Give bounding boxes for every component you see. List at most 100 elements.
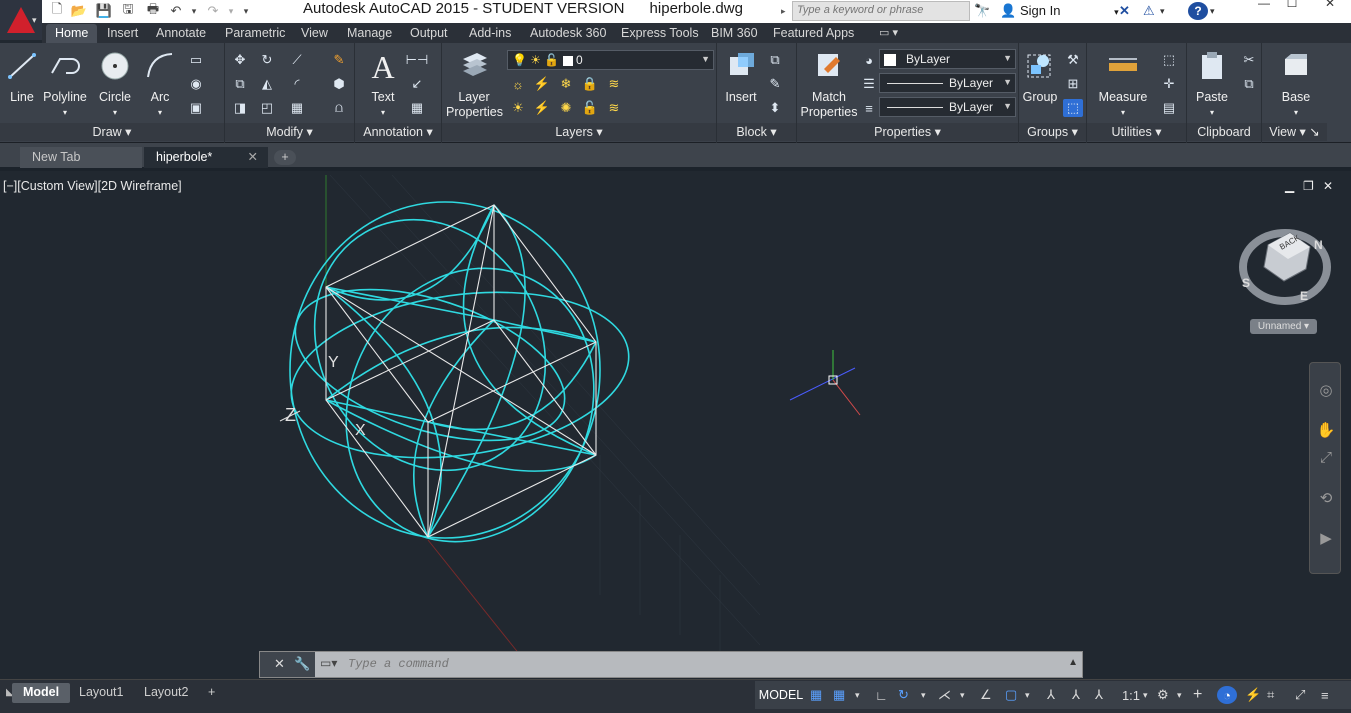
zoom-extents-icon[interactable]: ⤢ xyxy=(1314,449,1338,471)
explode-icon[interactable]: ⬢ xyxy=(329,75,349,93)
tab-layout2[interactable]: Layout2 xyxy=(133,683,199,703)
grid-display-icon[interactable]: ▦ xyxy=(810,686,822,704)
array-icon[interactable]: ▦ xyxy=(287,99,307,117)
layer-lock-icon[interactable]: 🔒 xyxy=(580,75,600,93)
steering-wheel-icon[interactable]: ◎ xyxy=(1314,381,1338,403)
clean-screen-icon[interactable]: ⌗ xyxy=(1267,686,1274,704)
tab-manage[interactable]: Manage xyxy=(338,24,401,43)
command-history-icon[interactable]: ▲ xyxy=(1068,657,1078,668)
hatch-icon[interactable]: ◉ xyxy=(186,75,206,93)
compass-e-label[interactable]: E xyxy=(1300,289,1308,303)
orbit-icon[interactable]: ⟲ xyxy=(1314,489,1338,511)
polar-dropdown-icon[interactable]: ▾ xyxy=(921,686,926,704)
document-tab-hiperbole[interactable]: hiperbole* ✕ xyxy=(144,147,268,168)
search-box[interactable] xyxy=(792,1,970,21)
tab-add-ins[interactable]: Add-ins xyxy=(460,24,520,43)
view-panel-title[interactable]: View ▾ ↘ xyxy=(1262,123,1327,141)
lineweight-dropdown[interactable]: ByLayer ▼ xyxy=(879,97,1016,117)
a360-dropdown-icon[interactable]: ▾ xyxy=(1160,2,1165,20)
workspace-dropdown-icon[interactable]: ▾ xyxy=(1177,686,1182,704)
binoculars-icon[interactable]: 🔭 xyxy=(974,2,990,20)
scale-icon[interactable]: ◰ xyxy=(257,99,277,117)
maximize-button[interactable]: ☐ xyxy=(1278,0,1306,10)
ribbon-options-icon[interactable]: ▭ ▾ xyxy=(870,24,907,43)
customization-menu-icon[interactable]: ≡ xyxy=(1321,686,1329,704)
erase-icon[interactable]: ✎ xyxy=(329,51,349,69)
viewport-controls-label[interactable]: [−][Custom View][2D Wireframe] xyxy=(3,179,182,193)
isolate-objects-icon[interactable]: ◔ xyxy=(1217,686,1237,704)
make-current-icon[interactable]: ≋ xyxy=(604,99,624,117)
help-icon[interactable]: ? xyxy=(1188,2,1208,20)
hardware-acceleration-icon[interactable]: ⚡ xyxy=(1245,686,1261,704)
isodraft-icon[interactable]: ⋌ xyxy=(938,686,951,704)
ungroup-icon[interactable]: ⚒ xyxy=(1063,51,1083,69)
annotation-scale-value[interactable]: 1:1 xyxy=(1117,686,1145,704)
save-as-icon[interactable]: 🖫 xyxy=(118,1,138,20)
rotate-icon[interactable]: ↻ xyxy=(257,51,277,69)
layer-match-icon[interactable]: ≋ xyxy=(604,75,624,93)
paste-button[interactable]: Paste ▾ xyxy=(1192,47,1232,120)
user-icon[interactable]: 👤 xyxy=(1000,2,1016,20)
lineweight-icon[interactable]: ≡ xyxy=(859,99,879,117)
layer-isolate-icon[interactable]: ⚡ xyxy=(532,75,552,93)
application-menu-button[interactable]: ▾ xyxy=(0,0,42,40)
groups-panel-title[interactable]: Groups ▾ xyxy=(1019,123,1086,141)
fullscreen-icon[interactable]: ⤢ xyxy=(1295,686,1305,704)
linetype-dropdown[interactable]: ByLayer ▼ xyxy=(879,73,1016,93)
block-panel-title[interactable]: Block ▾ xyxy=(717,123,796,141)
object-snap-icon[interactable]: ▢ xyxy=(1005,686,1017,704)
viewport-close-icon[interactable]: ✕ xyxy=(1323,179,1333,193)
showmotion-icon[interactable]: ▶ xyxy=(1314,529,1338,551)
annotation-visibility-icon[interactable]: ⅄ xyxy=(1047,686,1055,704)
stretch-icon[interactable]: ◨ xyxy=(230,99,250,117)
redo-icon[interactable]: ↷ xyxy=(203,2,223,20)
text-button[interactable]: A Text ▾ xyxy=(365,47,401,120)
tab-autodesk-360[interactable]: Autodesk 360 xyxy=(521,24,615,43)
search-input[interactable] xyxy=(797,4,965,16)
undo-dropdown-icon[interactable]: ▾ xyxy=(184,2,204,20)
tab-layout1[interactable]: Layout1 xyxy=(68,683,134,703)
new-file-icon[interactable]: 🗋 xyxy=(47,1,67,20)
trim-icon[interactable]: ⟋ xyxy=(287,51,307,69)
close-window-button[interactable]: ✕ xyxy=(1316,0,1344,10)
add-tab-button[interactable]: + xyxy=(274,150,296,165)
tab-home[interactable]: Home xyxy=(46,24,98,43)
insert-block-button[interactable]: Insert xyxy=(720,47,762,105)
base-view-button[interactable]: Base ▾ xyxy=(1276,47,1316,120)
a360-icon[interactable]: ⚠ xyxy=(1143,2,1155,20)
save-icon[interactable]: 💾 xyxy=(94,2,114,20)
object-snap-tracking-icon[interactable]: ∠ xyxy=(980,686,992,704)
modify-panel-title[interactable]: Modify ▾ xyxy=(225,123,354,141)
pan-icon[interactable]: ✋ xyxy=(1314,421,1338,443)
fillet-icon[interactable]: ◜ xyxy=(287,75,307,93)
measure-button[interactable]: Measure ▾ xyxy=(1093,47,1153,120)
match-properties-button[interactable]: Match Properties xyxy=(799,47,859,120)
layers-panel-title[interactable]: Layers ▾ xyxy=(442,123,716,141)
layer-properties-button[interactable]: Layer Properties xyxy=(446,47,503,120)
sign-in-button[interactable]: Sign In ▾ xyxy=(1020,3,1119,18)
close-command-line-icon[interactable]: ✕ xyxy=(274,656,285,672)
isodraft-dropdown-icon[interactable]: ▾ xyxy=(960,686,965,704)
model-space-button[interactable]: MODEL xyxy=(759,686,803,704)
named-view-dropdown[interactable]: Unnamed ▾ xyxy=(1250,319,1317,334)
undo-icon[interactable]: ↶ xyxy=(166,2,186,20)
help-dropdown-icon[interactable]: ▾ xyxy=(1210,2,1215,20)
exchange-icon[interactable]: ✕ xyxy=(1119,2,1130,20)
layer-dropdown[interactable]: 💡 ☀ 🔓 0 ▼ xyxy=(507,50,714,70)
viewport-minimize-icon[interactable]: ▁ xyxy=(1285,179,1294,193)
layer-on-icon[interactable]: ☀ xyxy=(508,99,528,117)
layer-unisolate-icon[interactable]: ⚡ xyxy=(532,99,552,117)
ortho-icon[interactable]: ∟ xyxy=(875,686,888,704)
quick-select-icon[interactable]: ⬚ xyxy=(1159,51,1179,69)
group-button[interactable]: Group xyxy=(1021,47,1059,105)
command-prompt-icon[interactable]: ▭▾ xyxy=(320,656,337,670)
annotation-monitor-icon[interactable]: + xyxy=(1193,686,1202,704)
tab-annotate[interactable]: Annotate xyxy=(147,24,215,43)
osnap-dropdown-icon[interactable]: ▾ xyxy=(1025,686,1030,704)
draw-panel-title[interactable]: Draw ▾ xyxy=(0,123,224,141)
drawing-viewport[interactable]: Z Y X BACK N S E [−][Custom View][2D Wir… xyxy=(0,175,1351,680)
offset-icon[interactable]: ⩍ xyxy=(329,99,349,117)
rectangle-icon[interactable]: ▭ xyxy=(186,51,206,69)
polar-tracking-icon[interactable]: ↻ xyxy=(898,686,909,704)
mirror-icon[interactable]: ◭ xyxy=(257,75,277,93)
